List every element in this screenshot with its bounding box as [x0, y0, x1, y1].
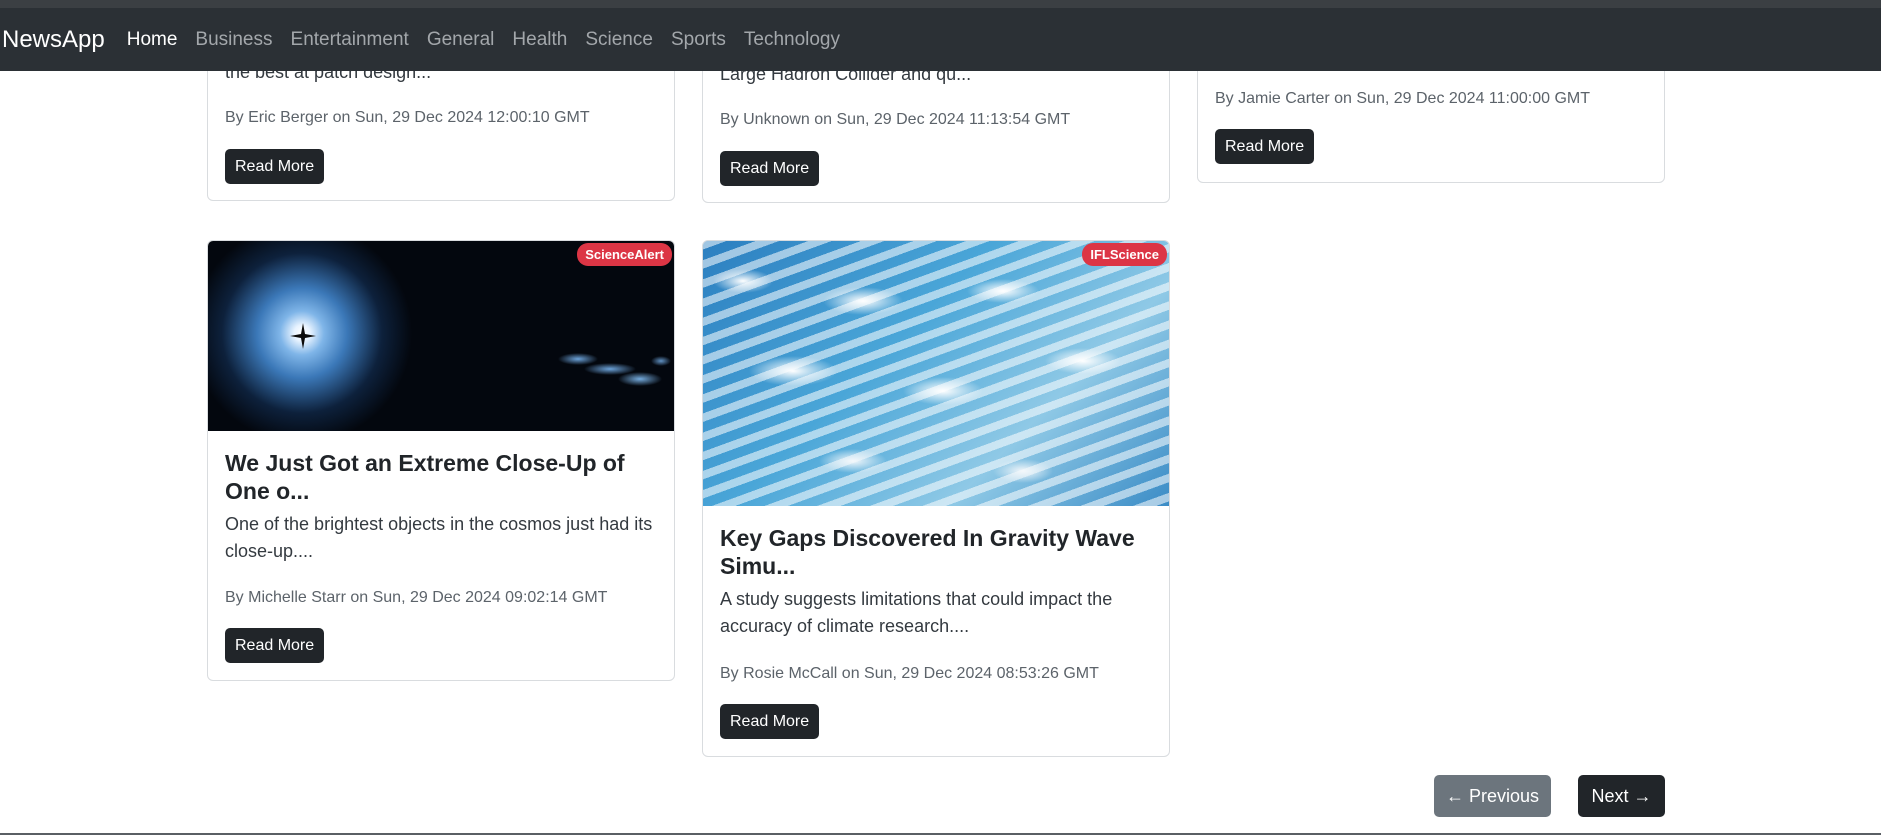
- nav-link-entertainment[interactable]: Entertainment: [291, 29, 409, 51]
- card-image[interactable]: [703, 241, 1169, 506]
- nav-link-home[interactable]: Home: [127, 29, 178, 51]
- top-navbar: NewsApp Home Business Entertainment Gene…: [0, 8, 1881, 71]
- nav-link-science[interactable]: Science: [585, 29, 653, 51]
- previous-page-button[interactable]: ← Previous: [1434, 775, 1551, 817]
- card-meta: By Unknown on Sun, 29 Dec 2024 11:13:54 …: [720, 111, 1071, 128]
- read-more-button[interactable]: Read More: [720, 151, 820, 186]
- card-title[interactable]: We Just Got an Extreme Close-Up of One o…: [225, 449, 655, 505]
- read-more-button[interactable]: Read More: [225, 628, 325, 663]
- card-excerpt: One of the brightest objects in the cosm…: [225, 514, 653, 561]
- card-meta: By Michelle Starr on Sun, 29 Dec 2024 09…: [225, 589, 608, 606]
- source-badge: IFLScience: [1082, 243, 1167, 266]
- nav-link-technology[interactable]: Technology: [744, 29, 840, 51]
- card-excerpt: A study suggests limitations that could …: [720, 589, 1113, 636]
- read-more-button[interactable]: Read More: [1215, 129, 1315, 164]
- brand-logo[interactable]: NewsApp: [2, 26, 105, 54]
- read-more-button[interactable]: Read More: [225, 149, 325, 184]
- card-meta: By Jamie Carter on Sun, 29 Dec 2024 11:0…: [1215, 90, 1591, 107]
- nav-link-health[interactable]: Health: [512, 29, 567, 51]
- read-more-button[interactable]: Read More: [720, 704, 820, 739]
- card-image[interactable]: [208, 241, 674, 431]
- card-meta: By Eric Berger on Sun, 29 Dec 2024 12:00…: [225, 109, 590, 126]
- news-card: IFLScience Key Gaps Discovered In Gravit…: [702, 240, 1170, 757]
- star-spike-icon: [290, 323, 316, 349]
- nav-link-business[interactable]: Business: [195, 29, 272, 51]
- nav-link-general[interactable]: General: [427, 29, 495, 51]
- news-card: ScienceAlert We Just Got an Extreme Clos…: [207, 240, 675, 681]
- source-badge: ScienceAlert: [577, 243, 672, 266]
- card-title[interactable]: Key Gaps Discovered In Gravity Wave Simu…: [720, 524, 1150, 580]
- card-meta: By Rosie McCall on Sun, 29 Dec 2024 08:5…: [720, 665, 1099, 682]
- window-top-border: [0, 0, 1881, 8]
- next-page-button[interactable]: Next →: [1578, 775, 1665, 817]
- nav-link-sports[interactable]: Sports: [671, 29, 726, 51]
